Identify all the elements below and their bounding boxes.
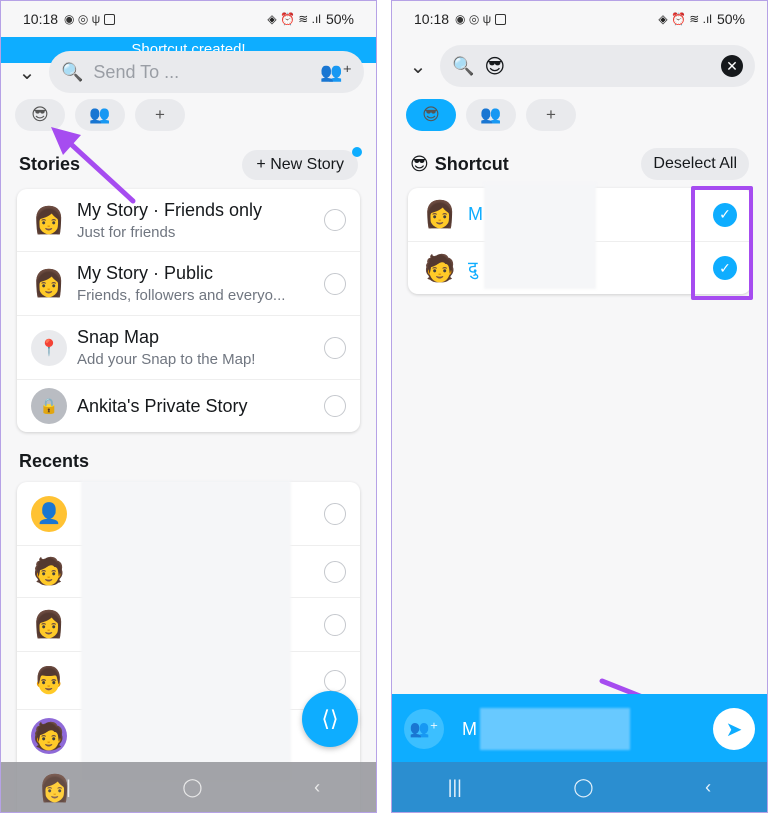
- home-button[interactable]: ◯: [182, 777, 202, 798]
- group-chip[interactable]: 👥: [75, 99, 125, 131]
- android-nav-bar: 👩 ||| ◯ ‹: [1, 762, 376, 812]
- share-icon: ⟨⟩: [321, 706, 339, 731]
- story-title: My Story · Public: [77, 263, 214, 283]
- recent-apps-button[interactable]: |||: [448, 777, 462, 798]
- android-nav-bar: ||| ◯ ‹: [392, 762, 767, 812]
- highlight-box: [691, 186, 753, 300]
- search-icon: 🔍: [452, 55, 475, 76]
- search-icon: 🔍: [61, 61, 84, 82]
- shortcut-chips: 😎 👥 +: [392, 99, 767, 131]
- status-time: 10:18: [23, 11, 59, 27]
- deselect-all-button[interactable]: Deselect All: [641, 148, 749, 180]
- search-bar-row: ⌄ 🔍 😎 ✕: [392, 45, 767, 87]
- list-item[interactable]: 🔒 Ankita's Private Story: [17, 380, 360, 432]
- avatar: 🧑: [32, 556, 66, 586]
- send-bar: 👥⁺ M ➤: [392, 694, 767, 764]
- wifi-icon: ◈ ⏰ ≋ .ıl: [658, 12, 712, 26]
- story-subtitle: Friends, followers and everyo...: [77, 287, 286, 304]
- avatar: 👩: [423, 199, 457, 229]
- new-story-label: + New Story: [256, 156, 344, 173]
- avatar: 👤: [31, 495, 67, 532]
- add-friends-icon[interactable]: 👥⁺: [320, 62, 352, 83]
- status-time: 10:18: [414, 11, 450, 27]
- shortcut-label: Shortcut: [434, 154, 509, 174]
- avatar: 👩: [38, 772, 72, 803]
- select-radio[interactable]: [324, 669, 346, 692]
- shortcut-chip-emoji[interactable]: 😎: [15, 99, 65, 131]
- status-bar: 10:18 ◉ ◎ ψ ◈ ⏰ ≋ .ıl 50%: [1, 1, 376, 37]
- send-button[interactable]: ➤: [713, 708, 755, 750]
- clear-icon[interactable]: ✕: [721, 55, 743, 77]
- back-button[interactable]: ‹: [705, 777, 711, 798]
- select-radio[interactable]: [324, 395, 346, 417]
- create-group-icon[interactable]: 👥⁺: [404, 709, 444, 749]
- add-shortcut-chip[interactable]: +: [526, 99, 576, 131]
- lock-icon: 🔒: [31, 388, 67, 424]
- avatar: 👩: [32, 204, 66, 235]
- search-query: 😎: [484, 55, 506, 78]
- notification-icons: ◉ ◎ ψ: [64, 12, 116, 26]
- search-input[interactable]: 🔍 😎 ✕: [440, 45, 755, 87]
- list-item[interactable]: 📍 Snap Map Add your Snap to the Map!: [17, 316, 360, 380]
- status-bar: 10:18 ◉ ◎ ψ ◈ ⏰ ≋ .ıl 50%: [392, 1, 767, 37]
- story-subtitle: Add your Snap to the Map!: [77, 351, 256, 368]
- shortcut-chips: 😎 👥 +: [1, 99, 376, 131]
- left-screen: 10:18 ◉ ◎ ψ ◈ ⏰ ≋ .ıl 50% Shortcut creat…: [0, 0, 377, 813]
- story-subtitle: Just for friends: [77, 223, 176, 241]
- story-title: Snap Map: [77, 327, 160, 347]
- story-title: My Story · Friends only: [77, 199, 263, 220]
- add-shortcut-chip[interactable]: +: [135, 99, 185, 131]
- blurred-names: [81, 481, 291, 781]
- notification-icons: ◉ ◎ ψ: [455, 12, 507, 26]
- wifi-icon: ◈ ⏰ ≋ .ıl: [267, 12, 321, 26]
- avatar: 👨: [32, 665, 66, 695]
- search-bar-row: ⌄ 🔍 Send To ... 👥⁺: [1, 51, 376, 93]
- shortcut-chip-emoji[interactable]: 😎: [406, 99, 456, 131]
- select-radio[interactable]: [324, 560, 346, 583]
- new-story-button[interactable]: + New Story: [242, 147, 362, 180]
- shortcut-emoji: 😎: [410, 154, 429, 174]
- share-fab-button[interactable]: ⟨⟩: [302, 691, 358, 747]
- battery-level: 50%: [716, 11, 745, 27]
- avatar: 🧑: [31, 718, 67, 754]
- group-chip[interactable]: 👥: [466, 99, 516, 131]
- chevron-down-icon[interactable]: ⌄: [404, 52, 432, 80]
- battery-level: 50%: [325, 11, 354, 27]
- select-radio[interactable]: [324, 502, 346, 525]
- recents-title: Recents: [19, 451, 90, 471]
- select-radio[interactable]: [324, 209, 346, 231]
- avatar: 👩: [32, 609, 66, 639]
- search-placeholder: Send To ...: [93, 61, 180, 82]
- avatar: 🧑: [423, 252, 457, 283]
- select-radio[interactable]: [324, 272, 346, 295]
- list-item[interactable]: 👩 My Story · Public Friends, followers a…: [17, 252, 360, 316]
- stories-list: 👩 My Story · Friends only Just for frien…: [17, 189, 360, 432]
- blurred-recipients: [480, 708, 630, 750]
- list-item[interactable]: 👩 My Story · Friends only Just for frien…: [17, 189, 360, 252]
- home-button[interactable]: ◯: [573, 777, 593, 798]
- blurred-names: [484, 183, 596, 289]
- notification-dot: [352, 147, 362, 157]
- right-screen: 10:18 ◉ ◎ ψ ◈ ⏰ ≋ .ıl 50% ⌄ 🔍 😎 ✕ 😎 👥 + …: [391, 0, 768, 813]
- shortcut-title: 😎 Shortcut: [410, 154, 509, 175]
- stories-title: Stories: [19, 154, 81, 174]
- select-radio[interactable]: [324, 336, 346, 359]
- system-icons: ◈ ⏰ ≋ .ıl 50%: [658, 11, 745, 27]
- back-button[interactable]: ‹: [314, 777, 320, 798]
- system-icons: ◈ ⏰ ≋ .ıl 50%: [267, 11, 354, 27]
- story-title: Ankita's Private Story: [77, 395, 248, 416]
- chevron-down-icon[interactable]: ⌄: [13, 58, 41, 86]
- map-pin-icon: 📍: [31, 329, 67, 366]
- select-radio[interactable]: [324, 613, 346, 636]
- search-input[interactable]: 🔍 Send To ... 👥⁺: [49, 51, 364, 93]
- avatar: 👩: [32, 268, 66, 298]
